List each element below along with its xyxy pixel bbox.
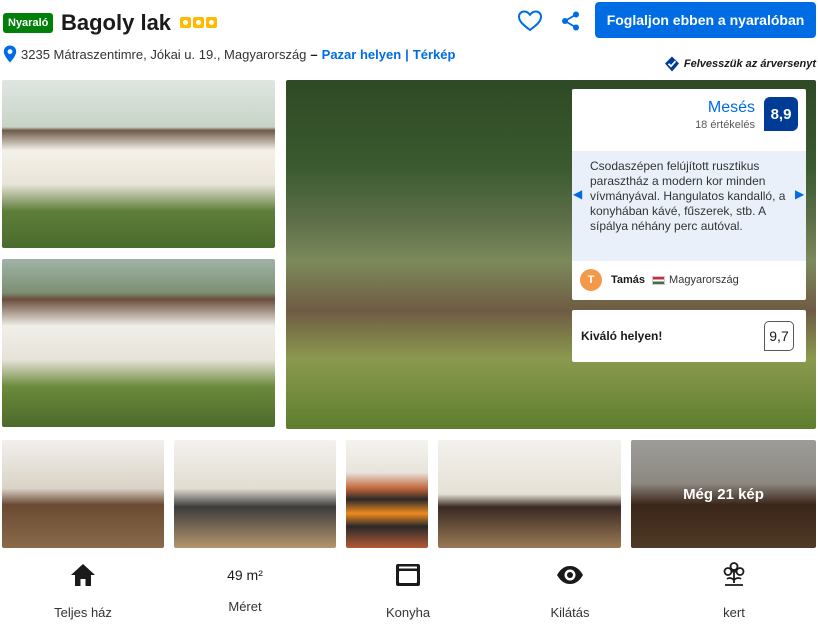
link-separator: | — [405, 46, 409, 62]
star-icon — [180, 17, 191, 28]
gallery-photo-sofa-room[interactable] — [174, 440, 336, 548]
reviewer: T Tamás Magyarország — [580, 269, 739, 291]
reviewer-country: Magyarország — [669, 274, 739, 286]
facility-kitchen: Konyha — [348, 559, 468, 620]
gallery-photo-house-side[interactable] — [2, 259, 275, 427]
gallery-photo-more[interactable]: Még 21 kép — [631, 440, 816, 548]
location-link[interactable]: Pazar helyen — [322, 47, 402, 62]
gallery-photo-dining-area[interactable] — [438, 440, 621, 548]
map-pin-icon — [3, 45, 17, 63]
location-score-label: Kiváló helyen! — [581, 329, 663, 343]
review-score-badge: 8,9 — [764, 97, 798, 131]
gallery-photo-fireplace[interactable] — [346, 440, 428, 548]
star-icon — [206, 17, 217, 28]
house-icon — [71, 564, 95, 586]
property-type-badge: Nyaraló — [3, 13, 54, 33]
facility-view: Kilátás — [510, 559, 630, 620]
heart-icon[interactable] — [517, 9, 543, 33]
address-text: 3235 Mátraszentimre, Jókai u. 19., Magya… — [21, 46, 307, 62]
location-score-panel: Kiváló helyen! 9,7 — [572, 310, 806, 362]
facility-label: Konyha — [385, 605, 431, 620]
prev-review-arrow-icon[interactable]: ◀ — [573, 186, 583, 202]
more-photos-button[interactable]: Még 21 kép — [631, 440, 816, 548]
property-title: Bagoly lak — [61, 10, 172, 35]
facility-size: 49 m² Méret — [185, 559, 305, 614]
size-value: 49 m² — [227, 567, 263, 583]
price-match[interactable]: Felvesszük az árversenyt — [664, 56, 816, 72]
review-panel[interactable]: Mesés 18 értékelés 8,9 Csodaszépen felúj… — [572, 89, 806, 300]
facility-label: Méret — [228, 599, 262, 614]
facility-entire-house: Teljes ház — [23, 559, 143, 620]
gallery-photo-living-room[interactable] — [2, 440, 164, 548]
address-dash: – — [310, 46, 318, 62]
next-review-arrow-icon[interactable]: ▶ — [795, 186, 805, 202]
avatar: T — [580, 269, 602, 291]
address-row: 3235 Mátraszentimre, Jókai u. 19., Magya… — [3, 44, 455, 64]
facility-label: kert — [723, 605, 745, 620]
flower-icon — [723, 562, 745, 586]
share-icon[interactable] — [560, 10, 582, 32]
book-button[interactable]: Foglaljon ebben a nyaralóban — [595, 2, 816, 38]
review-count[interactable]: 18 értékelés — [695, 119, 755, 131]
facility-garden: kert — [674, 559, 794, 620]
review-quote: Csodaszépen felújított rusztikus paraszt… — [572, 151, 806, 261]
gallery-photo-house-front[interactable] — [2, 80, 275, 248]
property-header: Nyaraló Bagoly lak Foglaljon ebben a nya… — [0, 0, 818, 80]
rating-word: Mesés — [707, 99, 755, 116]
facility-label: Kilátás — [550, 605, 590, 620]
hungary-flag-icon — [652, 275, 666, 285]
eye-icon — [557, 566, 583, 584]
price-match-label: Felvesszük az árversenyt — [683, 58, 816, 70]
checkmark-shield-icon — [664, 56, 679, 72]
star-rating — [180, 17, 217, 28]
reviewer-name: Tamás — [611, 274, 646, 286]
facilities-bar: Teljes ház 49 m² Méret Konyha Kilátás ke… — [0, 559, 818, 625]
facility-label: Teljes ház — [54, 605, 112, 620]
location-score-badge: 9,7 — [764, 321, 794, 351]
star-icon — [193, 17, 204, 28]
map-link[interactable]: Térkép — [413, 47, 456, 62]
oven-icon — [396, 564, 420, 586]
